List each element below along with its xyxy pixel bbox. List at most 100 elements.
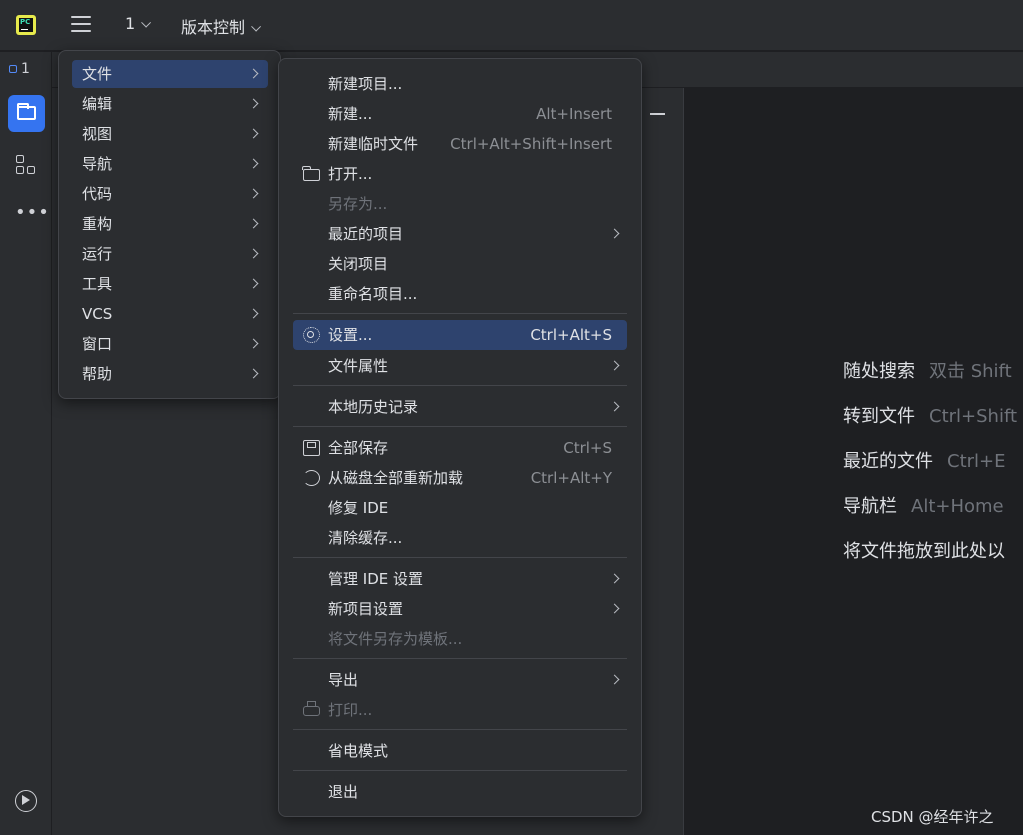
file-submenu: 新建项目... 新建... Alt+Insert 新建临时文件 Ctrl+Alt+S… [278, 58, 642, 817]
shortcut-label: Ctrl+Alt+Y [530, 469, 612, 487]
chevron-right-icon [248, 68, 259, 79]
menu-item-label: 运行 [82, 245, 113, 263]
menu-item-label: 视图 [82, 125, 113, 143]
title-bar: PC 1 版本控制 [0, 0, 1023, 51]
shortcut-label: Ctrl+Alt+S [530, 326, 612, 344]
menu-item-refactor[interactable]: 重构 [72, 210, 268, 238]
chevron-right-icon [609, 573, 620, 584]
menu-item-label: 窗口 [82, 335, 113, 353]
new-scratch-file-item[interactable]: 新建临时文件 Ctrl+Alt+Shift+Insert [293, 129, 627, 159]
invalidate-caches-item[interactable]: 清除缓存... [293, 523, 627, 553]
rename-project-item[interactable]: 重命名项目... [293, 279, 627, 309]
power-save-mode-item[interactable]: 省电模式 [293, 736, 627, 766]
menu-item-tools[interactable]: 工具 [72, 270, 268, 298]
hint-row: 最近的文件 Ctrl+E [843, 448, 1019, 493]
open-item[interactable]: 打开... [293, 159, 627, 189]
project-number: 1 [125, 14, 136, 33]
menu-item-window[interactable]: 窗口 [72, 330, 268, 358]
local-history-item[interactable]: 本地历史记录 [293, 392, 627, 422]
vcs-selector[interactable]: 版本控制 [181, 14, 262, 38]
menu-item-label: 重构 [82, 215, 113, 233]
menu-item-label: 帮助 [82, 365, 113, 383]
welcome-hints: 随处搜索 双击 Shift 转到文件 Ctrl+Shift 最近的文件 Ctrl+E … [843, 358, 1019, 583]
close-project-item[interactable]: 关闭项目 [293, 249, 627, 279]
item-label: 本地历史记录 [328, 398, 419, 416]
manage-ide-settings-item[interactable]: 管理 IDE 设置 [293, 564, 627, 594]
menu-item-help[interactable]: 帮助 [72, 360, 268, 388]
separator [293, 426, 627, 427]
item-label: 从磁盘全部重新加载 [328, 469, 464, 487]
new-item[interactable]: 新建... Alt+Insert [293, 99, 627, 129]
new-project-item[interactable]: 新建项目... [293, 69, 627, 99]
minimize-icon[interactable] [650, 113, 665, 115]
item-label: 打开... [328, 165, 373, 183]
menu-item-label: 工具 [82, 275, 113, 293]
item-label: 打印... [328, 701, 373, 719]
item-label: 管理 IDE 设置 [328, 570, 423, 588]
menu-item-label: VCS [82, 305, 113, 323]
menu-item-navigate[interactable]: 导航 [72, 150, 268, 178]
hint-shortcut: Alt+Home [911, 496, 1004, 517]
hint-shortcut: Ctrl+E [947, 451, 1006, 472]
settings-item[interactable]: 设置... Ctrl+Alt+S [293, 320, 627, 350]
chevron-right-icon [248, 368, 259, 379]
project-tool-button[interactable] [8, 95, 45, 132]
project-tab[interactable]: 1 [9, 61, 30, 77]
folder-icon [17, 103, 36, 120]
hint-row: 转到文件 Ctrl+Shift [843, 403, 1019, 448]
hint-row: 导航栏 Alt+Home [843, 493, 1019, 538]
folder-icon [302, 166, 320, 181]
separator [293, 658, 627, 659]
hint-shortcut: Ctrl+Shift [929, 406, 1018, 427]
structure-icon[interactable] [16, 155, 36, 175]
save-as-template-item: 将文件另存为模板... [293, 624, 627, 654]
run-icon[interactable] [15, 790, 37, 812]
chevron-down-icon [141, 17, 152, 28]
more-dots-icon[interactable]: ••• [15, 202, 50, 223]
new-project-settings-item[interactable]: 新项目设置 [293, 594, 627, 624]
item-label: 新建... [328, 105, 373, 123]
project-tab-label: 1 [21, 61, 30, 77]
item-label: 省电模式 [328, 742, 389, 760]
chevron-right-icon [609, 360, 620, 371]
separator [293, 729, 627, 730]
main-menu: 文件 编辑 视图 导航 代码 重构 运行 工具 VCS 窗口 帮助 [58, 50, 281, 399]
chevron-right-icon [609, 228, 620, 239]
hint-label: 将文件拖放到此处以 [843, 541, 1005, 562]
hint-row: 将文件拖放到此处以 [843, 538, 1019, 583]
chevron-right-icon [248, 128, 259, 139]
menu-item-run[interactable]: 运行 [72, 240, 268, 268]
vcs-label: 版本控制 [181, 18, 246, 37]
reload-icon [303, 470, 320, 486]
menu-item-edit[interactable]: 编辑 [72, 90, 268, 118]
reload-all-item[interactable]: 从磁盘全部重新加载 Ctrl+Alt+Y [293, 463, 627, 493]
menu-item-file[interactable]: 文件 [72, 60, 268, 88]
hint-label: 转到文件 [843, 406, 915, 427]
menu-item-label: 文件 [82, 65, 113, 83]
item-label: 退出 [328, 783, 359, 801]
menu-item-label: 编辑 [82, 95, 113, 113]
left-toolbar: 1 ••• [0, 52, 52, 835]
project-selector[interactable]: 1 [125, 14, 152, 33]
hint-row: 随处搜索 双击 Shift [843, 358, 1019, 403]
item-label: 新建临时文件 [328, 135, 419, 153]
gear-icon [303, 327, 320, 343]
item-label: 新建项目... [328, 75, 403, 93]
export-item[interactable]: 导出 [293, 665, 627, 695]
exit-item[interactable]: 退出 [293, 777, 627, 807]
save-icon [303, 440, 320, 456]
item-label: 文件属性 [328, 357, 389, 375]
item-label: 清除缓存... [328, 529, 403, 547]
menu-item-view[interactable]: 视图 [72, 120, 268, 148]
pycharm-logo-icon: PC [16, 15, 36, 35]
item-label: 导出 [328, 671, 359, 689]
hamburger-menu-icon[interactable] [71, 16, 91, 34]
recent-projects-item[interactable]: 最近的项目 [293, 219, 627, 249]
file-properties-item[interactable]: 文件属性 [293, 351, 627, 381]
menu-item-label: 代码 [82, 185, 113, 203]
menu-item-vcs[interactable]: VCS [72, 300, 268, 328]
chevron-right-icon [248, 308, 259, 319]
save-all-item[interactable]: 全部保存 Ctrl+S [293, 433, 627, 463]
repair-ide-item[interactable]: 修复 IDE [293, 493, 627, 523]
menu-item-code[interactable]: 代码 [72, 180, 268, 208]
